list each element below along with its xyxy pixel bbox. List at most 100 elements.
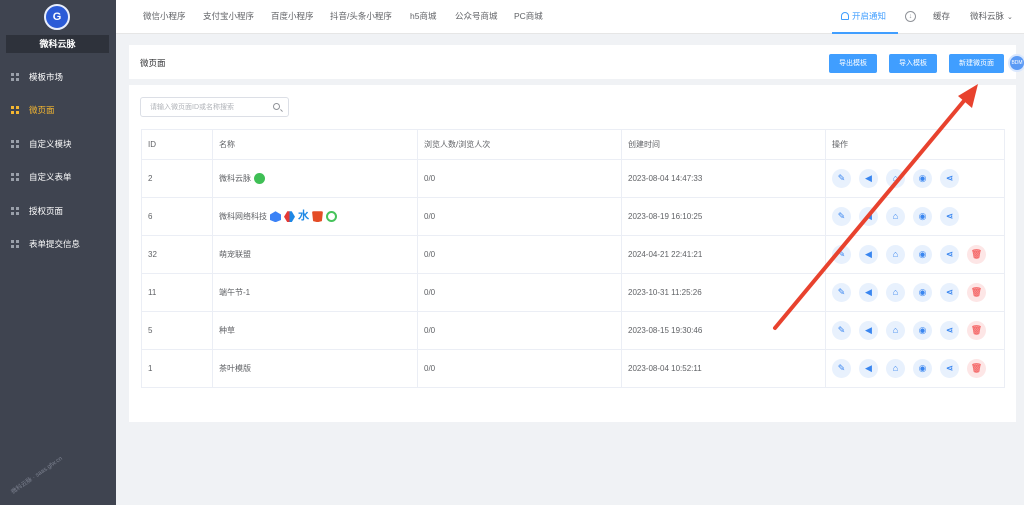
promote-icon[interactable]: ◀ [859, 169, 878, 188]
home-icon[interactable]: ⌂ [886, 245, 905, 264]
col-header-ops: 操作 [825, 129, 1005, 160]
share-icon[interactable]: ⋖ [940, 359, 959, 378]
promote-icon[interactable]: ◀ [859, 245, 878, 264]
cell-id: 11 [141, 273, 213, 312]
sidebar-item-auth-page[interactable]: 授权页面 [0, 194, 116, 228]
brand-name: 微科云脉 [6, 35, 109, 53]
sidebar-item-custom-form[interactable]: 自定义表单 [0, 161, 116, 195]
platform-icon: ⽔ [298, 210, 309, 223]
grid-icon [11, 106, 19, 115]
share-icon[interactable]: ⋖ [940, 321, 959, 340]
preview-icon[interactable]: ◉ [913, 245, 932, 264]
platform-icon [284, 211, 295, 223]
tab-baidu-mini[interactable]: 百度小程序 [271, 0, 314, 34]
cell-views: 0/0 [417, 197, 622, 236]
tab-h5-mall[interactable]: h5商城 [410, 0, 436, 34]
share-icon[interactable]: ⋖ [940, 283, 959, 302]
user-name: 微科云脉 [970, 11, 1005, 21]
export-template-button[interactable]: 导出模板 [829, 54, 877, 73]
cell-views: 0/0 [417, 311, 622, 350]
edit-icon[interactable]: ✎ [832, 169, 851, 188]
home-icon[interactable]: ⌂ [886, 321, 905, 340]
wechat-mini-icon [254, 173, 265, 185]
table-row: 32 萌宠联盟 0/0 2024-04-21 22:41:21 ✎ ◀ ⌂ ◉ … [141, 235, 1005, 274]
platform-icon [326, 211, 337, 223]
tab-douyin-mini[interactable]: 抖音/头条小程序 [330, 0, 392, 34]
share-icon[interactable]: ⋖ [940, 245, 959, 264]
sidebar-item-label: 授权页面 [29, 205, 64, 216]
sidebar-item-label: 自定义模块 [29, 138, 72, 149]
notification-toggle[interactable]: 开启通知 [832, 0, 898, 34]
delete-icon[interactable]: 🗑 [967, 359, 986, 378]
tab-pc-mall[interactable]: PC商城 [514, 0, 543, 34]
cell-created: 2023-10-31 11:25:26 [621, 273, 826, 312]
notify-label: 开启通知 [852, 11, 887, 21]
table-row: 6 微科网络科技 ⽔ 0/0 2023-08-19 16:10:25 ✎ ◀ ⌂… [141, 197, 1005, 236]
preview-icon[interactable]: ◉ [913, 359, 932, 378]
edit-icon[interactable]: ✎ [832, 321, 851, 340]
promote-icon[interactable]: ◀ [859, 359, 878, 378]
preview-icon[interactable]: ◉ [913, 169, 932, 188]
sidebar-item-custom-module[interactable]: 自定义模块 [0, 127, 116, 161]
cell-ops: ✎ ◀ ⌂ ◉ ⋖ [825, 197, 1005, 236]
sidebar-item-template-market[interactable]: 模板市场 [0, 60, 116, 94]
col-header-name: 名称 [212, 129, 418, 160]
cell-created: 2024-04-21 22:41:21 [621, 235, 826, 274]
home-icon[interactable]: ⌂ [886, 283, 905, 302]
tab-official-account-mall[interactable]: 公众号商城 [455, 0, 498, 34]
html5-icon [312, 211, 323, 223]
promote-icon[interactable]: ◀ [859, 207, 878, 226]
floating-avatar-button[interactable]: BDM [1008, 54, 1024, 72]
edit-icon[interactable]: ✎ [832, 207, 851, 226]
new-micro-page-button[interactable]: 新建微页面 [949, 54, 1004, 73]
watermark: 微科云脉 · saas.gfw.cn [10, 455, 64, 496]
chevron-down-icon: ⌄ [1007, 14, 1013, 21]
page-name: 微科云脉 [219, 173, 251, 183]
sidebar-item-micro-page[interactable]: 微页面 [0, 94, 116, 128]
top-nav: 微信小程序 支付宝小程序 百度小程序 抖音/头条小程序 h5商城 公众号商城 P… [116, 0, 1024, 34]
cell-id: 5 [141, 311, 213, 350]
share-icon[interactable]: ⋖ [940, 207, 959, 226]
share-icon[interactable]: ⋖ [940, 169, 959, 188]
cell-created: 2023-08-19 16:10:25 [621, 197, 826, 236]
search-input[interactable] [150, 98, 275, 116]
promote-icon[interactable]: ◀ [859, 321, 878, 340]
home-icon[interactable]: ⌂ [886, 207, 905, 226]
delete-icon[interactable]: 🗑 [967, 283, 986, 302]
sidebar-item-form-submissions[interactable]: 表单提交信息 [0, 228, 116, 262]
home-icon[interactable]: ⌂ [886, 359, 905, 378]
delete-icon[interactable]: 🗑 [967, 321, 986, 340]
download-icon[interactable]: ↓ [905, 11, 916, 22]
preview-icon[interactable]: ◉ [913, 283, 932, 302]
tab-wechat-mini[interactable]: 微信小程序 [143, 0, 186, 34]
preview-icon[interactable]: ◉ [913, 321, 932, 340]
import-template-button[interactable]: 导入模板 [889, 54, 937, 73]
cell-id: 1 [141, 349, 213, 388]
cell-created: 2023-08-04 10:52:11 [621, 349, 826, 388]
home-icon[interactable]: ⌂ [886, 169, 905, 188]
edit-icon[interactable]: ✎ [832, 359, 851, 378]
cache-button[interactable]: 缓存 [933, 0, 950, 32]
cell-name: 端午节-1 [212, 273, 418, 312]
cell-name: 种草 [212, 311, 418, 350]
cell-name: 微科云脉 [212, 159, 418, 198]
cell-name: 茶叶模版 [212, 349, 418, 388]
col-header-id: ID [141, 129, 213, 160]
cell-views: 0/0 [417, 349, 622, 388]
cell-ops: ✎ ◀ ⌂ ◉ ⋖ 🗑 [825, 273, 1005, 312]
page-name: 微科网络科技 [219, 211, 267, 221]
table-row: 5 种草 0/0 2023-08-15 19:30:46 ✎ ◀ ⌂ ◉ ⋖ 🗑 [141, 311, 1005, 350]
page-header: 微页面 导出模板 导入模板 新建微页面 BDM [129, 45, 1024, 79]
preview-icon[interactable]: ◉ [913, 207, 932, 226]
cell-ops: ✎ ◀ ⌂ ◉ ⋖ [825, 159, 1005, 198]
delete-icon[interactable]: 🗑 [967, 245, 986, 264]
edit-icon[interactable]: ✎ [832, 245, 851, 264]
edit-icon[interactable]: ✎ [832, 283, 851, 302]
promote-icon[interactable]: ◀ [859, 283, 878, 302]
search-icon[interactable] [273, 103, 280, 110]
tab-alipay-mini[interactable]: 支付宝小程序 [203, 0, 254, 34]
search-box[interactable] [140, 97, 289, 117]
user-menu[interactable]: 微科云脉 ⌄ [970, 0, 1013, 34]
cell-id: 6 [141, 197, 213, 236]
col-header-created: 创建时间 [621, 129, 826, 160]
